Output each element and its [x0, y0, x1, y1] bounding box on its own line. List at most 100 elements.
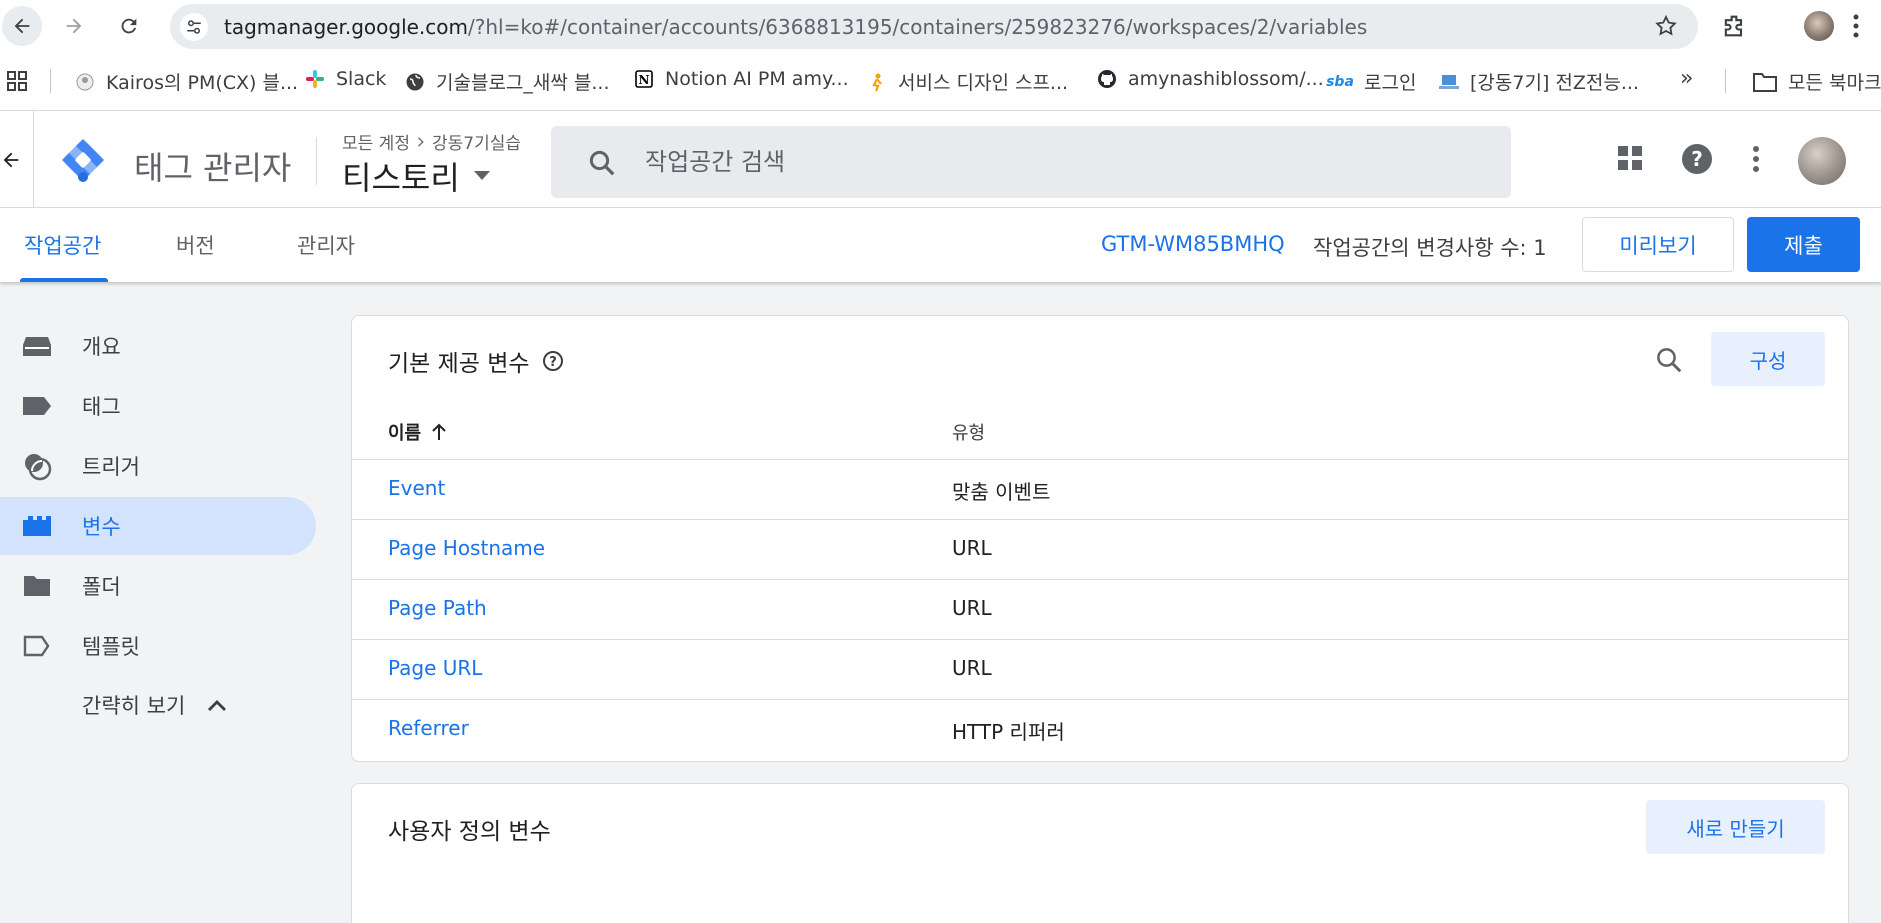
reload-button[interactable] [109, 6, 149, 46]
slack-icon [304, 68, 326, 90]
variable-name-link[interactable]: Page URL [388, 656, 482, 680]
variable-icon [22, 511, 52, 541]
sidebar-item-overview[interactable]: 개요 [0, 317, 316, 375]
sidebar-item-variables[interactable]: 변수 [0, 497, 316, 555]
sidebar-item-tags[interactable]: 태그 [0, 377, 316, 435]
bookmark-star-icon[interactable] [1654, 14, 1678, 42]
site-settings-icon[interactable] [180, 13, 208, 41]
sidebar-item-templates[interactable]: 템플릿 [0, 617, 316, 675]
template-icon [22, 631, 52, 661]
more-bookmarks-button[interactable]: » [1680, 66, 1693, 91]
url-host: tagmanager.google.com [224, 15, 469, 39]
submit-button[interactable]: 제출 [1747, 217, 1860, 272]
bookmark-item[interactable]: Kairos의 PM(CX) 블... [74, 68, 298, 95]
folder-icon [22, 571, 52, 601]
tab-workspace[interactable]: 작업공간 [24, 230, 101, 260]
more-vert-icon[interactable] [1752, 145, 1760, 177]
variable-name-link[interactable]: Page Hostname [388, 536, 545, 560]
variable-type: HTTP 리퍼러 [952, 720, 1065, 744]
arrow-right-icon [66, 18, 82, 34]
back-button[interactable] [2, 6, 42, 46]
browser-menu-icon[interactable] [1852, 12, 1860, 44]
bookmark-label: Slack [336, 68, 387, 90]
builtin-variables-card: 기본 제공 변수 ? 구성 이름 유형 Event 맞춤 이벤트 Page Ho… [351, 315, 1849, 762]
arrow-left-icon [14, 18, 30, 34]
column-header-type[interactable]: 유형 [952, 419, 985, 445]
browser-profile-avatar[interactable] [1804, 11, 1834, 41]
container-id-link[interactable]: GTM-WM85BMHQ [1101, 232, 1285, 256]
bookmark-item[interactable]: [강동7기] 전Z전능... [1438, 68, 1639, 95]
table-row[interactable]: Page URL URL [352, 639, 1848, 699]
tab-admin[interactable]: 관리자 [297, 230, 355, 260]
bookmark-item[interactable]: 서비스 디자인 스프... [866, 68, 1068, 95]
bookmark-label: Kairos의 PM(CX) 블... [106, 72, 299, 94]
breadcrumb-account[interactable]: 모든 계정 [342, 129, 410, 154]
collapse-label: 간략히 보기 [82, 694, 186, 718]
collapse-sidebar-button[interactable]: 간략히 보기 [82, 690, 227, 720]
account-avatar[interactable] [1798, 137, 1846, 185]
search-icon [589, 150, 615, 176]
sidebar-item-label: 변수 [82, 515, 121, 539]
table-row[interactable]: Page Hostname URL [352, 519, 1848, 579]
container-name: 티스토리 [342, 159, 460, 197]
svg-text:?: ? [549, 355, 557, 370]
help-icon[interactable]: ? [1681, 143, 1713, 179]
laptop-icon [1438, 71, 1460, 93]
sidebar-item-triggers[interactable]: 트리거 [0, 437, 316, 495]
bookmark-item[interactable]: N Notion AI PM amy... [633, 68, 849, 90]
table-row[interactable]: Event 맞춤 이벤트 [352, 459, 1848, 519]
trigger-icon [22, 451, 52, 481]
bookmark-item[interactable]: Slack [304, 68, 386, 90]
search-input[interactable] [645, 142, 1445, 182]
bookmark-separator [1725, 69, 1726, 93]
all-bookmarks-folder[interactable]: 모든 북마크 [1752, 68, 1881, 95]
table-row[interactable]: Referrer HTTP 리퍼러 [352, 699, 1848, 759]
bookmark-item[interactable]: 기술블로그_새싹 블... [404, 68, 610, 95]
bookmarks-bar: Kairos의 PM(CX) 블... Slack 기술블로그_새싹 블... … [0, 52, 1881, 110]
configure-button[interactable]: 구성 [1711, 332, 1825, 386]
variable-name-link[interactable]: Page Path [388, 596, 487, 620]
sort-ascending-icon [432, 423, 446, 440]
column-header-name[interactable]: 이름 [388, 419, 447, 445]
overview-icon [22, 331, 52, 361]
variable-name-link[interactable]: Event [388, 476, 445, 500]
variable-type: URL [952, 596, 992, 620]
header-divider [33, 111, 34, 207]
preview-button[interactable]: 미리보기 [1582, 217, 1734, 272]
reload-icon [121, 18, 137, 34]
product-name: 태그 관리자 [134, 149, 292, 187]
back-arrow-icon[interactable] [0, 149, 22, 175]
bookmark-label: amynashiblossom/... [1128, 68, 1324, 90]
chevron-right-icon [418, 136, 424, 147]
bookmark-item[interactable]: sba 로그인 [1326, 68, 1416, 95]
bookmark-item[interactable]: amynashiblossom/... [1096, 68, 1324, 90]
workspace-search[interactable] [551, 126, 1511, 198]
table-row[interactable]: Page Path URL [352, 579, 1848, 639]
svg-text:N: N [639, 73, 650, 87]
variable-name-link[interactable]: Referrer [388, 716, 469, 740]
container-selector[interactable]: 티스토리 [342, 153, 490, 199]
search-icon[interactable] [1654, 345, 1684, 379]
forward-button[interactable] [54, 6, 94, 46]
apps-icon[interactable] [1617, 145, 1643, 175]
dropdown-arrow-icon [473, 171, 490, 180]
gtm-logo-icon[interactable] [60, 137, 106, 183]
help-outline-icon[interactable]: ? [542, 350, 564, 372]
tag-icon [22, 391, 52, 421]
address-bar[interactable]: tagmanager.google.com/?hl=ko#/container/… [170, 4, 1698, 49]
tab-versions[interactable]: 버전 [176, 230, 215, 260]
header-divider [316, 137, 317, 185]
user-defined-variables-title: 사용자 정의 변수 [388, 819, 551, 845]
variable-type: URL [952, 656, 992, 680]
url-text[interactable]: tagmanager.google.com/?hl=ko#/container/… [224, 15, 1367, 39]
all-bookmarks-label: 모든 북마크 [1788, 72, 1881, 94]
sidebar-item-folders[interactable]: 폴더 [0, 557, 316, 615]
new-variable-button[interactable]: 새로 만들기 [1646, 800, 1825, 854]
bookmark-label: [강동7기] 전Z전능... [1470, 72, 1639, 94]
breadcrumb[interactable]: 모든 계정 강동7기실습 [342, 129, 521, 154]
breadcrumb-container[interactable]: 강동7기실습 [432, 129, 521, 154]
bookmark-label: Notion AI PM amy... [665, 68, 849, 90]
apps-grid-icon[interactable] [6, 70, 28, 96]
extensions-icon[interactable] [1720, 12, 1748, 44]
sidebar-item-label: 트리거 [82, 455, 140, 479]
